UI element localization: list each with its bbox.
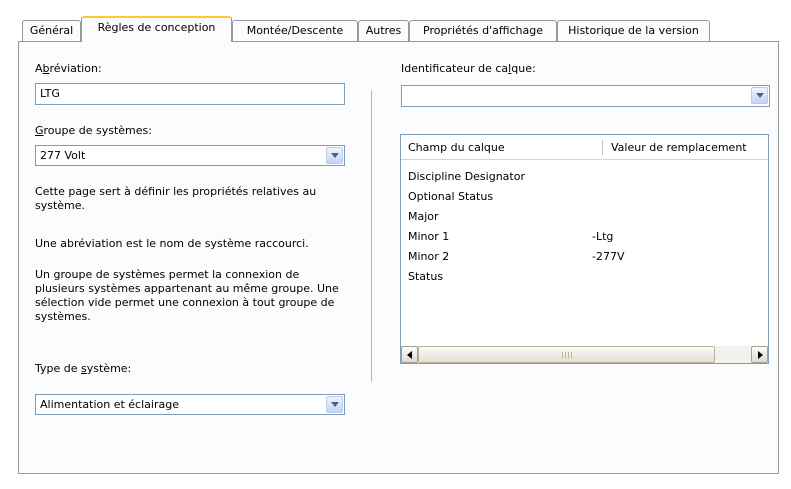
system-type-value: Alimentation et éclairage [40,398,179,411]
chevron-down-icon[interactable] [326,396,343,413]
chevron-down-icon[interactable] [326,147,343,164]
tab-montee-descente[interactable]: Montée/Descente [232,20,358,41]
list-item-field[interactable]: Discipline Designator [408,170,525,184]
column-header-field[interactable]: Champ du calque [401,135,602,160]
chevron-down-icon[interactable] [751,87,768,104]
list-item-field[interactable]: Minor 1 [408,230,449,244]
layer-identifier-select[interactable] [401,85,770,107]
description-page: Cette page sert à définir les propriétés… [35,185,317,212]
tab-historique-version[interactable]: Historique de la version [557,20,710,41]
system-group-value: 277 Volt [40,149,86,162]
abbreviation-input[interactable]: LTG [35,83,345,105]
list-item-field[interactable]: Optional Status [408,190,493,204]
horizontal-scrollbar[interactable] [401,346,768,363]
list-item-field[interactable]: Major [408,210,439,224]
system-group-select[interactable]: 277 Volt [35,145,345,166]
description-abbreviation: Une abréviation est le nom de système ra… [35,237,309,250]
column-header-value[interactable]: Valeur de remplacement [603,135,768,160]
system-type-label: Type de système: [35,362,132,375]
list-item-field[interactable]: Status [408,270,443,284]
abbreviation-value: LTG [40,87,60,100]
tab-general[interactable]: Général [22,20,81,41]
section-divider [371,90,372,382]
grip-icon [562,352,572,358]
layer-fields-list[interactable]: Champ du calque Valeur de remplacement D… [400,134,769,364]
list-item-value[interactable]: -277V [592,250,625,264]
system-group-label: Groupe de systèmes: [35,124,152,137]
list-item-value[interactable]: -Ltg [592,230,613,244]
system-type-select[interactable]: Alimentation et éclairage [35,394,345,415]
description-group: Un groupe de systèmes permet la connexio… [35,268,339,323]
tab-regles-de-conception[interactable]: Règles de conception [81,16,232,42]
layer-identifier-label: Identificateur de calque: [401,62,536,75]
tab-autres[interactable]: Autres [358,20,409,41]
abbreviation-label: Abréviation: [35,62,102,75]
list-item-field[interactable]: Minor 2 [408,250,449,264]
scrollbar-thumb[interactable] [418,346,715,363]
arrow-right-icon[interactable] [751,346,768,363]
tab-proprietes-affichage[interactable]: Propriétés d'affichage [409,20,557,41]
arrow-left-icon[interactable] [401,346,418,363]
